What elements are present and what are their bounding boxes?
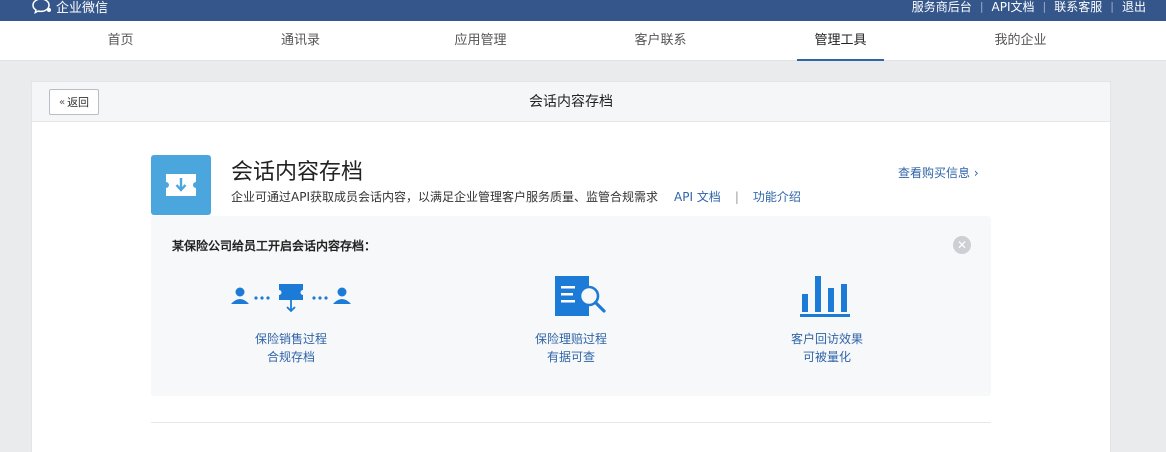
archive-download-icon: [166, 174, 196, 196]
case-label-line2: 可被量化: [802, 350, 851, 364]
people-archive-icon: [231, 284, 351, 313]
card-header: 会话内容存档 « 返回: [32, 82, 1110, 122]
nav-customer-contact[interactable]: 客户联系: [617, 21, 704, 61]
purchase-info-link[interactable]: 查看购买信息 ›: [898, 164, 979, 181]
case-label-line2: 有据可查: [546, 350, 595, 364]
logout-link[interactable]: 退出: [1114, 0, 1154, 15]
nav-contacts[interactable]: 通讯录: [257, 21, 344, 61]
case-label: 客户回访效果 可被量化: [727, 330, 927, 366]
top-bar: 企业微信 服务商后台 | API文档 | 联系客服 | 退出: [0, 0, 1166, 21]
brand-logo[interactable]: 企业微信: [32, 0, 108, 16]
main-nav: 首页 通讯录 应用管理 客户联系 管理工具 我的企业: [0, 21, 1166, 61]
app-name: 会话内容存档: [231, 160, 364, 185]
chevron-right-icon: ›: [973, 166, 979, 180]
case-label-line1: 保险销售过程: [254, 332, 327, 346]
back-button-label: 返回: [67, 96, 90, 109]
nav-my-enterprise[interactable]: 我的企业: [977, 21, 1064, 61]
feature-intro-link[interactable]: 功能介绍: [753, 188, 801, 205]
case-label: 保险理赔过程 有据可查: [471, 330, 671, 366]
api-doc-link[interactable]: API 文档: [674, 188, 721, 205]
link-separator: |: [734, 189, 739, 204]
section-divider: [151, 422, 991, 423]
case-study-title: 某保险公司给员工开启会话内容存档：: [172, 239, 377, 253]
close-icon[interactable]: ✕: [953, 236, 971, 254]
provider-console-link[interactable]: 服务商后台: [904, 0, 980, 15]
bar-chart-icon: [800, 276, 850, 317]
case-label-line1: 保险理赔过程: [534, 332, 607, 346]
document-search-icon: [555, 276, 606, 316]
wechat-work-icon: [32, 0, 51, 14]
case-label-line2: 合规存档: [266, 350, 315, 364]
contact-support-link[interactable]: 联系客服: [1046, 0, 1110, 15]
nav-home[interactable]: 首页: [77, 21, 164, 61]
case-label-line1: 客户回访效果: [790, 332, 863, 346]
double-chevron-left-icon: «: [58, 96, 66, 108]
case-label: 保险销售过程 合规存档: [191, 330, 391, 366]
nav-management-tools[interactable]: 管理工具: [797, 21, 884, 61]
archive-app-icon: [151, 155, 211, 215]
purchase-info-label: 查看购买信息: [898, 166, 971, 180]
top-links: 服务商后台 | API文档 | 联系客服 | 退出: [904, 0, 1154, 15]
brand-name: 企业微信: [56, 0, 109, 16]
back-button[interactable]: « 返回: [49, 89, 99, 115]
app-description: 企业可通过API获取成员会话内容，以满足企业管理客户服务质量、监管合规需求: [231, 190, 658, 204]
content-card: 会话内容存档 « 返回 会话内容存档 企业可通过API获取成员会话内容，以满足企…: [31, 81, 1111, 452]
case-study-panel: 某保险公司给员工开启会话内容存档： ✕ 保险销售过程 合规存档 保险理赔过程 有…: [151, 216, 991, 396]
app-description-row: 企业可通过API获取成员会话内容，以满足企业管理客户服务质量、监管合规需求 AP…: [231, 188, 801, 205]
nav-app-management[interactable]: 应用管理: [437, 21, 524, 61]
page-title: 会话内容存档: [529, 94, 613, 110]
api-docs-link[interactable]: API文档: [984, 0, 1043, 15]
